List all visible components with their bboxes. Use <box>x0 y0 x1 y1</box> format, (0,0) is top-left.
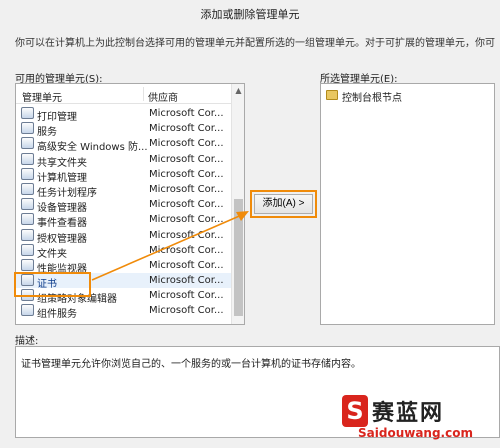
watermark-cn: 赛蓝网 <box>372 401 445 426</box>
watermark-badge: S <box>342 395 368 427</box>
arrow-line <box>91 213 245 281</box>
watermark-en: Saidouwang.com <box>358 426 473 440</box>
watermark: S 赛蓝网 Saidouwang.com <box>342 393 500 443</box>
callout-arrow <box>91 211 249 281</box>
